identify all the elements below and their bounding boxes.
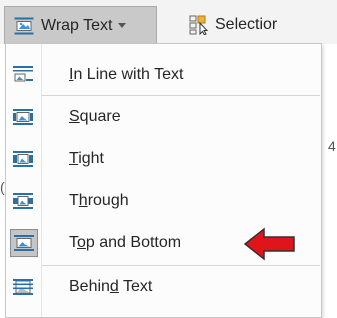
menu-item-label: Behind Text (69, 277, 153, 295)
menu-separator (42, 95, 320, 96)
square-wrap-icon (11, 105, 35, 129)
selection-pane-button[interactable]: Selectior (189, 6, 337, 44)
top-and-bottom-icon (10, 228, 38, 257)
wrap-text-button[interactable]: Wrap Text (4, 6, 157, 44)
background-text: ( (0, 179, 5, 195)
menu-item-square[interactable]: Square (6, 97, 321, 136)
menu-item-label: Tight (69, 149, 104, 167)
ribbon-bar: Wrap Text Selectior (0, 0, 337, 44)
red-arrow-left-icon (243, 227, 296, 266)
menu-item-label: In Line with Text (69, 65, 184, 83)
background-text: 4 (328, 138, 336, 154)
tight-wrap-icon (11, 147, 35, 171)
menu-item-label: Through (69, 191, 129, 209)
menu-item-through[interactable]: Through (6, 181, 321, 220)
inline-with-text-icon (11, 63, 35, 87)
selection-pane-icon (189, 15, 209, 35)
menu-item-tight[interactable]: Tight (6, 139, 321, 178)
through-wrap-icon (11, 189, 35, 213)
wrap-text-icon (14, 17, 34, 35)
wrap-text-dropdown-menu: In Line with Text Square Tight Through T… (5, 43, 322, 318)
selection-pane-label: Selectior (215, 16, 278, 33)
menu-item-label: Top and Bottom (69, 233, 182, 251)
menu-item-behind-text[interactable]: Behind Text (6, 267, 321, 306)
behind-text-icon (11, 275, 35, 299)
menu-item-label: Square (69, 107, 121, 125)
menu-item-in-line-with-text[interactable]: In Line with Text (6, 55, 321, 94)
chevron-down-icon (118, 23, 127, 28)
wrap-text-label: Wrap Text (41, 16, 113, 34)
document-background-right: 4 (322, 44, 337, 318)
